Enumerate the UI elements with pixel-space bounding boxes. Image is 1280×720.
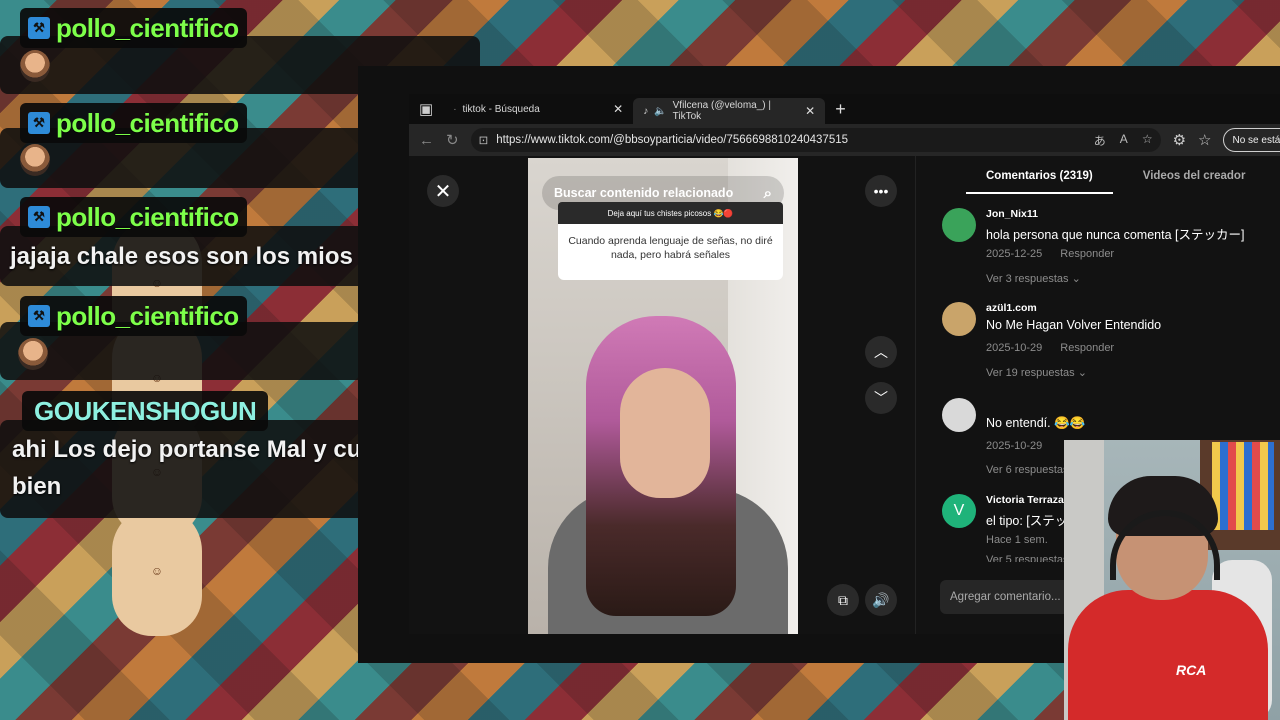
comment-username[interactable]: Victoria Terraza — [986, 494, 1064, 506]
avatar[interactable]: V — [942, 494, 976, 528]
tab-comments[interactable]: Comentarios (2319) — [966, 170, 1113, 194]
chat-username-header: ⚒ ☺ pollo_cientifico — [20, 8, 247, 348]
site-info-icon[interactable]: ⊡ — [479, 133, 489, 147]
sync-status-button[interactable]: No se está sincroni — [1223, 128, 1280, 152]
comment-date: 2025-10-29 — [986, 342, 1043, 354]
next-video-icon[interactable]: ﹀ — [865, 382, 897, 414]
webcam-feed: RCA — [1064, 440, 1280, 720]
webcam-poster — [1212, 442, 1274, 530]
tab-label: tiktok - Búsqueda — [462, 103, 540, 115]
comment-date: 2025-10-29 — [986, 440, 1043, 452]
subscriber-badge-icon: ☺ — [112, 506, 202, 636]
comment-text: No entendí. 😂😂 — [986, 416, 1086, 430]
translate-icon[interactable]: あ — [1094, 132, 1106, 149]
comment-text: hola persona que nunca comenta [ステッカー] — [986, 228, 1245, 242]
comment-meta: Hace 1 sem. — [986, 534, 1048, 546]
url-text: https://www.tiktok.com/@bbsoyparticia/vi… — [496, 134, 849, 146]
avatar[interactable] — [942, 208, 976, 242]
question-card-body: Cuando aprenda lenguaje de señas, no dir… — [558, 224, 783, 280]
video-player[interactable]: Buscar contenido relacionado ⌕ Deja aquí… — [528, 158, 798, 634]
comment-meta: 2025-10-29 Responder — [986, 342, 1114, 354]
comments-tabs: Comentarios (2319) Videos del creador — [916, 156, 1280, 196]
comment-text: No Me Hagan Volver Entendido — [986, 318, 1162, 332]
chat-username[interactable]: pollo_cientifico — [56, 202, 239, 233]
chat-username[interactable]: GOUKENSHOGUN — [34, 396, 257, 427]
moderator-badge-icon: ⚒ — [28, 305, 50, 327]
chat-username[interactable]: pollo_cientifico — [56, 301, 239, 332]
comment-meta: 2025-10-29 — [986, 440, 1042, 452]
moderator-badge-icon: ⚒ — [28, 206, 50, 228]
refresh-icon[interactable]: ↻ — [446, 131, 459, 149]
comment-username[interactable]: azül1.com — [986, 302, 1037, 314]
comment-date: Hace 1 sem. — [986, 534, 1048, 546]
miniplayer-icon[interactable]: ⧉ — [827, 584, 859, 616]
hoodie-logo: RCA — [1176, 662, 1207, 678]
view-replies-button[interactable]: Ver 6 respuestas — [986, 464, 1069, 476]
reply-button[interactable]: Responder — [1060, 342, 1114, 354]
avatar[interactable] — [942, 398, 976, 432]
face-emote — [20, 50, 50, 82]
view-replies-button[interactable]: Ver 5 respuestas — [986, 554, 1069, 562]
chat-username-header: ⚒ ☺ pollo_cientifico — [20, 103, 247, 443]
speaker-icon[interactable]: 🔈 — [654, 106, 666, 117]
tab-actions-icon[interactable]: ▣ — [409, 100, 443, 118]
view-replies-button[interactable]: Ver 19 respuestas ⌄ — [986, 366, 1087, 379]
moderator-badge-icon: ⚒ — [28, 112, 50, 134]
face-emote — [20, 144, 50, 176]
comment-meta: 2025-12-25 Responder — [986, 248, 1114, 260]
search-icon[interactable]: ⌕ — [764, 185, 772, 202]
chat-message-text: jajaja chale esos son los mios xD — [10, 243, 391, 270]
chat-username[interactable]: pollo_cientifico — [56, 108, 239, 139]
chat-username-header: GOUKENSHOGUN — [22, 391, 269, 431]
favorites-icon[interactable]: ☆ — [1198, 131, 1211, 149]
close-tab-icon[interactable]: ✕ — [805, 104, 815, 118]
related-search-placeholder: Buscar contenido relacionado — [554, 186, 734, 200]
new-tab-icon[interactable]: + — [825, 99, 856, 120]
chat-message-text: bien — [12, 473, 62, 500]
close-tab-icon[interactable]: ✕ — [613, 102, 623, 116]
chat-username-header: ⚒ ☺ pollo_cientifico — [20, 296, 247, 636]
reply-button[interactable]: Responder — [1060, 248, 1114, 260]
tab-tiktok[interactable]: ♪ 🔈 Vfilcena (@veloma_) | TikTok ✕ — [633, 98, 826, 124]
previous-video-icon[interactable]: ︿ — [865, 336, 897, 368]
streamer-hoodie — [1068, 590, 1268, 720]
volume-icon[interactable]: 🔊 — [865, 584, 897, 616]
close-icon[interactable]: ✕ — [427, 175, 459, 207]
url-field[interactable]: ⊡ https://www.tiktok.com/@bbsoyparticia/… — [470, 128, 1161, 152]
view-replies-button[interactable]: Ver 3 respuestas ⌄ — [986, 272, 1081, 285]
chat-username-header: ⚒ ☺ pollo_cientifico — [20, 197, 247, 537]
moderator-badge-icon: ⚒ — [28, 17, 50, 39]
tab-search[interactable]: · tiktok - Búsqueda ✕ — [443, 96, 633, 122]
more-options-icon[interactable]: ••• — [865, 175, 897, 207]
face-emote — [18, 338, 48, 370]
avatar[interactable] — [942, 302, 976, 336]
read-aloud-icon[interactable]: A — [1120, 132, 1128, 149]
extensions-icon[interactable]: ⚙ — [1173, 131, 1186, 149]
search-tab-icon: · — [453, 103, 457, 115]
url-tools: あ A ☆ — [1094, 132, 1153, 149]
tiktok-icon: ♪ — [643, 105, 649, 117]
favorite-star-icon[interactable]: ☆ — [1142, 132, 1153, 149]
address-bar: ← ↻ ⊡ https://www.tiktok.com/@bbsoyparti… — [409, 124, 1280, 156]
back-icon[interactable]: ← — [419, 132, 434, 149]
chat-username[interactable]: pollo_cientifico — [56, 13, 239, 44]
question-card-header: Deja aquí tus chistes picosos 😂🔴 — [558, 202, 783, 224]
comment-username[interactable]: Jon_Nix11 — [986, 208, 1038, 220]
tab-bar: ▣ · tiktok - Búsqueda ✕ ♪ 🔈 Vfilcena (@v… — [409, 94, 1280, 124]
tab-label: Vfilcena (@veloma_) | TikTok — [672, 100, 771, 122]
comment-date: 2025-12-25 — [986, 248, 1043, 260]
tab-creator-videos[interactable]: Videos del creador — [1113, 170, 1266, 182]
video-person-face — [620, 368, 710, 498]
